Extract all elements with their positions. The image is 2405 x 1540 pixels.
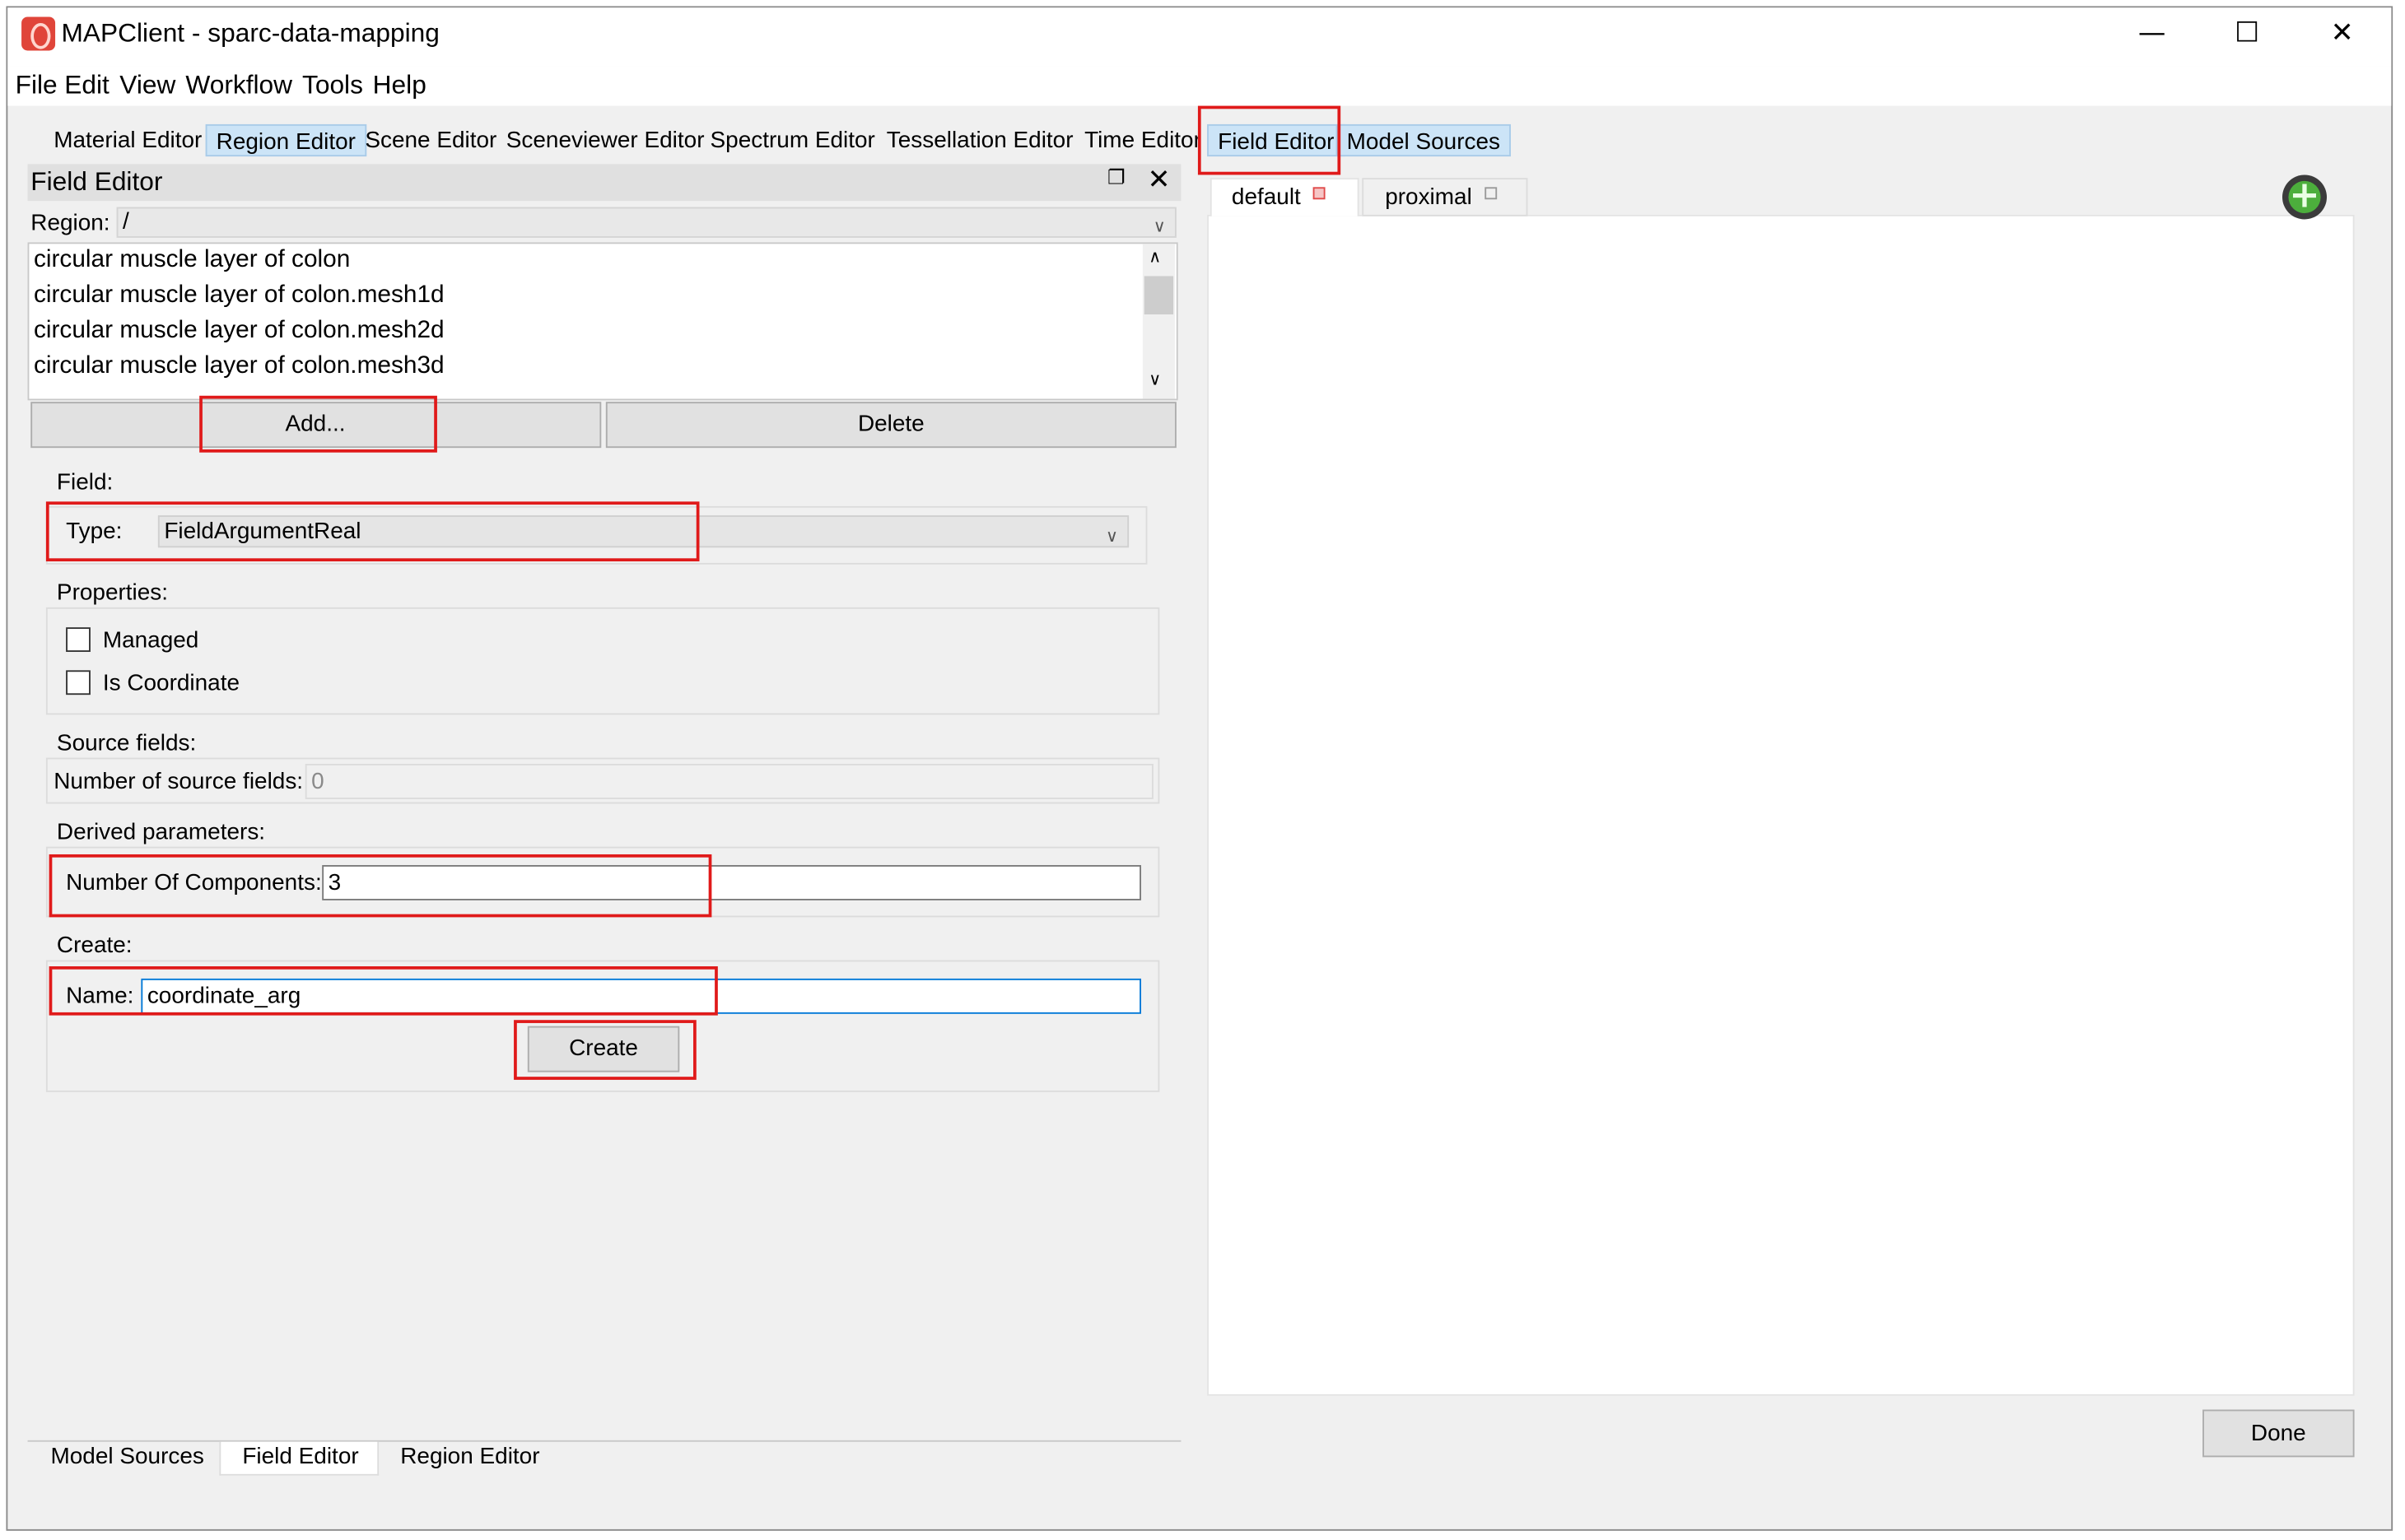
scene-tab-proximal-label: proximal [1385, 184, 1472, 211]
field-group-label: Field: [56, 469, 114, 495]
source-count-field: 0 [305, 764, 1154, 799]
window-title: MAPClient - sparc-data-mapping [61, 18, 440, 48]
list-item[interactable]: circular muscle layer of colon.mesh2d [34, 318, 445, 346]
add-field-button[interactable]: Add... [30, 402, 602, 449]
type-select[interactable]: FieldArgumentReal ∨ [157, 515, 1130, 548]
dock-title-bar [27, 164, 1182, 202]
tab-model-sources[interactable]: Model Sources [1335, 123, 1512, 157]
components-input[interactable]: 3 [322, 865, 1141, 900]
menu-edit[interactable]: Edit [64, 71, 110, 101]
region-value: / [123, 208, 129, 235]
type-value: FieldArgumentReal [164, 518, 361, 545]
menu-bar [7, 66, 2392, 106]
is-coordinate-label: Is Coordinate [102, 670, 240, 697]
bottom-tab-region-editor[interactable]: Region Editor [385, 1442, 556, 1476]
tab-sceneviewer-editor[interactable]: Sceneviewer Editor [497, 124, 714, 156]
list-item[interactable]: circular muscle layer of colon [34, 247, 350, 275]
close-tab-icon[interactable] [1484, 187, 1497, 200]
add-scene-icon[interactable] [2281, 174, 2328, 220]
tab-spectrum-editor[interactable]: Spectrum Editor [701, 124, 884, 156]
tab-field-editor[interactable]: Field Editor [1207, 123, 1345, 157]
list-item[interactable]: circular muscle layer of colon.mesh3d [34, 353, 445, 381]
delete-field-button[interactable]: Delete [605, 402, 1177, 449]
field-name-input[interactable]: coordinate_arg [141, 978, 1141, 1014]
name-label: Name: [66, 983, 134, 1010]
dock-title: Field Editor [30, 167, 163, 197]
components-label: Number Of Components: [66, 869, 322, 896]
float-dock-icon[interactable]: ❐ [1107, 167, 1126, 190]
bottom-tab-model-sources[interactable]: Model Sources [35, 1442, 220, 1476]
menu-tools[interactable]: Tools [302, 71, 363, 101]
tab-scene-editor[interactable]: Scene Editor [356, 124, 506, 156]
bottom-tab-field-editor[interactable]: Field Editor [219, 1441, 380, 1476]
menu-workflow[interactable]: Workflow [185, 71, 292, 101]
scroll-thumb[interactable] [1144, 276, 1174, 315]
done-button[interactable]: Done [2202, 1409, 2355, 1458]
close-button[interactable]: ✕ [2307, 12, 2378, 55]
properties-group-label: Properties: [56, 579, 169, 607]
close-dock-icon[interactable]: ✕ [1147, 164, 1170, 196]
minimize-button[interactable]: — [2117, 12, 2188, 55]
list-item[interactable]: circular muscle layer of colon.mesh1d [34, 282, 445, 310]
field-list[interactable]: circular muscle layer of colon circular … [27, 242, 1178, 401]
source-fields-group-label: Source fields: [56, 730, 197, 756]
properties-group [45, 607, 1160, 715]
region-select[interactable]: / ∨ [116, 207, 1177, 238]
chevron-down-icon: ∨ [1106, 526, 1119, 547]
region-label: Region: [30, 210, 110, 236]
scene-tab-default-label: default [1231, 184, 1301, 211]
managed-label: Managed [102, 627, 199, 654]
derived-parameters-label: Derived parameters: [56, 819, 266, 845]
scene-tab-proximal[interactable]: proximal [1362, 178, 1528, 216]
tab-material-editor[interactable]: Material Editor [44, 124, 212, 156]
tab-tessellation-editor[interactable]: Tessellation Editor [878, 124, 1083, 156]
scroll-down-icon[interactable]: ∨ [1149, 370, 1161, 389]
scene-viewer-area[interactable] [1207, 214, 2355, 1396]
scene-tab-default[interactable]: default [1209, 178, 1359, 216]
add-button-label: Add... [285, 411, 346, 438]
mapclient-logo-icon [21, 16, 56, 51]
maximize-button[interactable]: ☐ [2212, 12, 2282, 55]
close-tab-icon[interactable] [1312, 187, 1326, 200]
menu-view[interactable]: View [119, 71, 175, 101]
menu-help[interactable]: Help [373, 71, 426, 101]
scroll-up-icon[interactable]: ∧ [1149, 247, 1161, 267]
is-coordinate-checkbox[interactable] [66, 670, 91, 696]
source-count-label: Number of source fields: [54, 768, 304, 795]
chevron-down-icon: ∨ [1153, 216, 1166, 236]
create-button[interactable]: Create [527, 1026, 680, 1072]
tab-region-editor[interactable]: Region Editor [205, 123, 367, 157]
type-label: Type: [66, 518, 123, 545]
managed-checkbox[interactable] [66, 627, 91, 652]
tab-time-editor[interactable]: Time Editor [1075, 124, 1210, 156]
menu-file[interactable]: File [16, 71, 58, 101]
create-group-label: Create: [56, 933, 133, 959]
